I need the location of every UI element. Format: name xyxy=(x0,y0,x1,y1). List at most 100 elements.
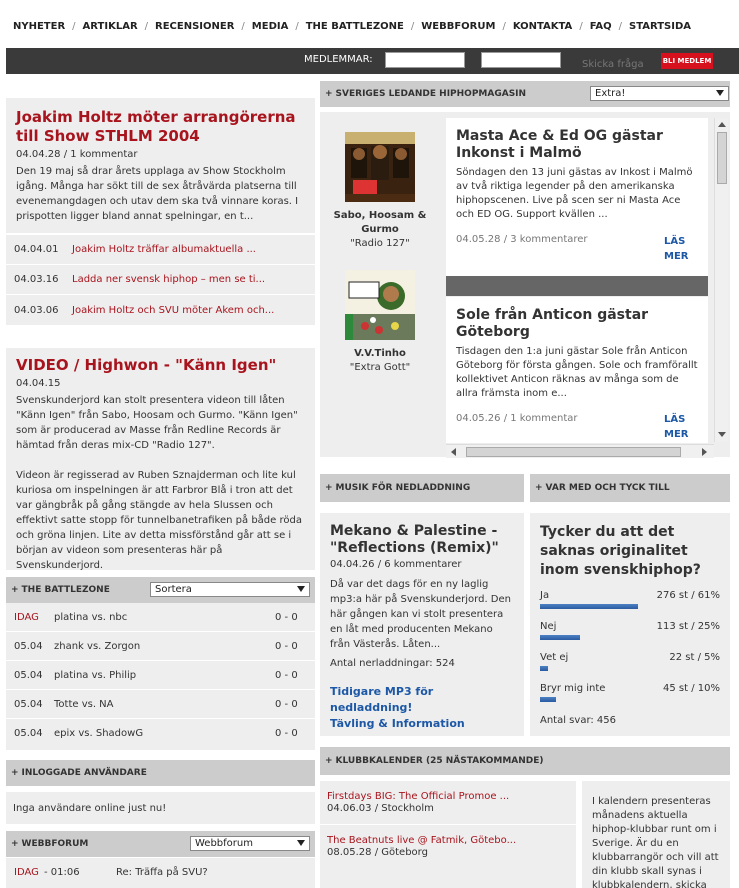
mp3-panel: Mekano & Palestine - "Reflections (Remix… xyxy=(320,513,524,736)
article-title[interactable]: Joakim Holtz möter arrangörerna till Sho… xyxy=(16,108,305,146)
forum-list: IDAG - 01:06 Re: Träffa på SVU? xyxy=(6,858,315,888)
expand-icon[interactable]: + xyxy=(325,89,333,99)
news-meta: 04.05.26 / 1 kommentar xyxy=(456,413,578,424)
list-item[interactable]: 04.03.16 Ladda ner svensk hiphop – men se… xyxy=(6,265,315,295)
album-cover[interactable] xyxy=(345,270,415,340)
news-card: Sole från Anticon gästar Göteborg Tisdag… xyxy=(446,297,708,443)
album-cover[interactable] xyxy=(345,132,415,202)
article-list: 04.04.01 Joakim Holtz träffar albumaktuel… xyxy=(6,235,315,325)
expand-icon[interactable]: + xyxy=(11,839,19,849)
table-row[interactable]: 05.04 zhank vs. Zorgon 0 - 0 xyxy=(6,632,315,661)
username-input[interactable] xyxy=(385,52,465,68)
poll-question: Tycker du att det saknas originalitet in… xyxy=(540,524,701,578)
article-body: Videon är regisserad av Ruben Sznajderma… xyxy=(16,470,302,571)
mp3-title[interactable]: Mekano & Palestine - "Reflections (Remix… xyxy=(330,523,514,557)
member-label: MEDLEMMAR: xyxy=(304,54,373,65)
expand-icon[interactable]: + xyxy=(325,756,333,766)
scroll-right-icon[interactable] xyxy=(702,448,707,456)
chevron-down-icon xyxy=(716,90,724,96)
nav-artiklar[interactable]: ARTIKLAR / xyxy=(83,21,155,32)
forum-select[interactable]: Webbforum xyxy=(190,836,310,851)
expand-icon[interactable]: + xyxy=(11,585,19,595)
album-artist: Sabo, Hoosam & Gurmo xyxy=(333,210,427,235)
horizontal-scrollbar[interactable] xyxy=(446,444,714,458)
nav-media[interactable]: MEDIA / xyxy=(252,21,306,32)
poll-bar xyxy=(540,635,580,640)
article-title[interactable]: VIDEO / Highwon - "Känn Igen" xyxy=(16,356,305,375)
news-body: Tisdagen den 1:a juni gästar Sole från A… xyxy=(456,346,698,399)
news-title[interactable]: Masta Ace & Ed OG gästar Inkonst i Malmö xyxy=(456,128,698,162)
poll-option[interactable]: Bryr mig inte 45 st / 10% xyxy=(540,683,720,714)
join-button[interactable]: BLI MEDLEM xyxy=(661,53,713,69)
mp3-header: + MUSIK FÖR NEDLADDNING xyxy=(320,474,524,502)
scroll-thumb[interactable] xyxy=(717,132,727,184)
table-row[interactable]: IDAG platina vs. nbc 0 - 0 xyxy=(6,603,315,632)
album-item[interactable]: Sabo, Hoosam & Gurmo "Radio 127" xyxy=(320,132,440,251)
nav-startsida[interactable]: STARTSIDA xyxy=(629,21,691,32)
poll-option[interactable]: Nej 113 st / 25% xyxy=(540,621,720,652)
poll-total: Antal svar: 456 xyxy=(540,715,617,726)
album-item[interactable]: V.V.Tinho "Extra Gott" xyxy=(320,270,440,375)
list-item[interactable]: Firstdays BIG: The Official Promoe ... 0… xyxy=(320,781,576,825)
online-users-text: Inga användare online just nu! xyxy=(13,803,167,814)
album-title: "Radio 127" xyxy=(350,238,410,249)
contest-link[interactable]: Tävling & Information xyxy=(330,716,514,732)
list-item[interactable]: 04.04.01 Joakim Holtz träffar albumaktuel… xyxy=(6,235,315,265)
expand-icon[interactable]: + xyxy=(325,483,333,493)
scroll-left-icon[interactable] xyxy=(451,448,456,456)
chevron-down-icon xyxy=(297,586,305,592)
expand-icon[interactable]: + xyxy=(11,768,19,778)
magazine-select[interactable]: Extra! xyxy=(590,86,729,101)
table-row[interactable]: 05.04 epix vs. ShadowG 0 - 0 xyxy=(6,719,315,748)
card-divider xyxy=(446,276,708,296)
poll-option[interactable]: Vet ej 22 st / 5% xyxy=(540,652,720,683)
online-users-panel: Inga användare online just nu! xyxy=(6,792,315,824)
article-body: Den 19 maj så drar årets upplaga av Show… xyxy=(16,166,299,222)
article-meta: 04.04.15 xyxy=(16,378,61,389)
table-row[interactable]: 05.04 platina vs. Philip 0 - 0 xyxy=(6,661,315,690)
scroll-down-icon[interactable] xyxy=(718,432,726,437)
poll-header: + VAR MED OCH TYCK TILL xyxy=(530,474,730,502)
album-artist: V.V.Tinho xyxy=(354,348,406,359)
nav-kontakta[interactable]: KONTAKTA / xyxy=(513,21,590,32)
table-row[interactable]: 05.04 Totte vs. NA 0 - 0 xyxy=(6,690,315,719)
mp3-meta: 04.04.26 / 6 kommentarer xyxy=(330,559,462,570)
nav-webbforum[interactable]: WEBBFORUM / xyxy=(421,21,513,32)
poll-option[interactable]: Ja 276 st / 61% xyxy=(540,590,720,621)
top-navigation: NYHETER / ARTIKLAR / RECENSIONER / MEDIA / T… xyxy=(0,0,739,48)
nav-faq[interactable]: FAQ / xyxy=(590,21,629,32)
news-scroll-panel: Masta Ace & Ed OG gästar Inkonst i Malmö… xyxy=(440,112,730,457)
poll-options: Ja 276 st / 61% Nej 113 st / 25% Vet ej 22 … xyxy=(540,590,720,714)
battlezone-list: IDAG platina vs. nbc 0 - 0 05.04 zhank vs. … xyxy=(6,603,315,750)
list-item[interactable]: The Beatnuts live @ Fatmik, Götebo... 08… xyxy=(320,825,576,869)
article-meta: 04.04.28 / 1 kommentar xyxy=(16,149,138,160)
nav-nyheter[interactable]: NYHETER / xyxy=(13,21,83,32)
member-bar: MEDLEMMAR: Skicka fråga BLI MEDLEM xyxy=(6,48,739,74)
news-card: Masta Ace & Ed OG gästar Inkonst i Malmö… xyxy=(446,118,708,276)
password-input[interactable] xyxy=(481,52,561,68)
poll-panel: Tycker du att det saknas originalitet in… xyxy=(530,513,730,736)
list-item[interactable]: 04.03.06 Joakim Holtz och SVU möter Akem … xyxy=(6,295,315,325)
poll-bar xyxy=(540,666,548,671)
album-panel: Sabo, Hoosam & Gurmo "Radio 127" V.V.Tin… xyxy=(320,112,440,457)
read-more-link[interactable]: LÄS MER xyxy=(664,412,698,442)
nav-battlezone[interactable]: THE BATTLEZONE / xyxy=(306,21,422,32)
vertical-scrollbar[interactable] xyxy=(714,118,728,442)
expand-icon[interactable]: + xyxy=(535,483,543,493)
nav-recensioner[interactable]: RECENSIONER / xyxy=(155,21,252,32)
table-row[interactable]: IDAG - 01:06 Re: Träffa på SVU? xyxy=(6,858,315,887)
read-more-link[interactable]: LÄS MER xyxy=(664,234,698,264)
club-list: Firstdays BIG: The Official Promoe ... 0… xyxy=(320,781,576,888)
news-body: Söndagen den 13 juni gästas av Inkost i … xyxy=(456,167,693,220)
previous-mp3-link[interactable]: Tidigare MP3 för nedladdning! xyxy=(330,684,514,716)
scroll-up-icon[interactable] xyxy=(718,122,726,127)
scroll-thumb[interactable] xyxy=(466,447,681,457)
poll-bar xyxy=(540,697,556,702)
news-meta: 04.05.28 / 3 kommentarer xyxy=(456,234,588,245)
video-article: VIDEO / Highwon - "Känn Igen" 04.04.15 S… xyxy=(6,348,315,571)
news-title[interactable]: Sole från Anticon gästar Göteborg xyxy=(456,307,698,341)
ask-question-link[interactable]: Skicka fråga xyxy=(582,59,644,70)
poll-bar xyxy=(540,604,638,609)
chevron-down-icon xyxy=(297,840,305,846)
battlezone-sort-select[interactable]: Sortera xyxy=(150,582,310,597)
